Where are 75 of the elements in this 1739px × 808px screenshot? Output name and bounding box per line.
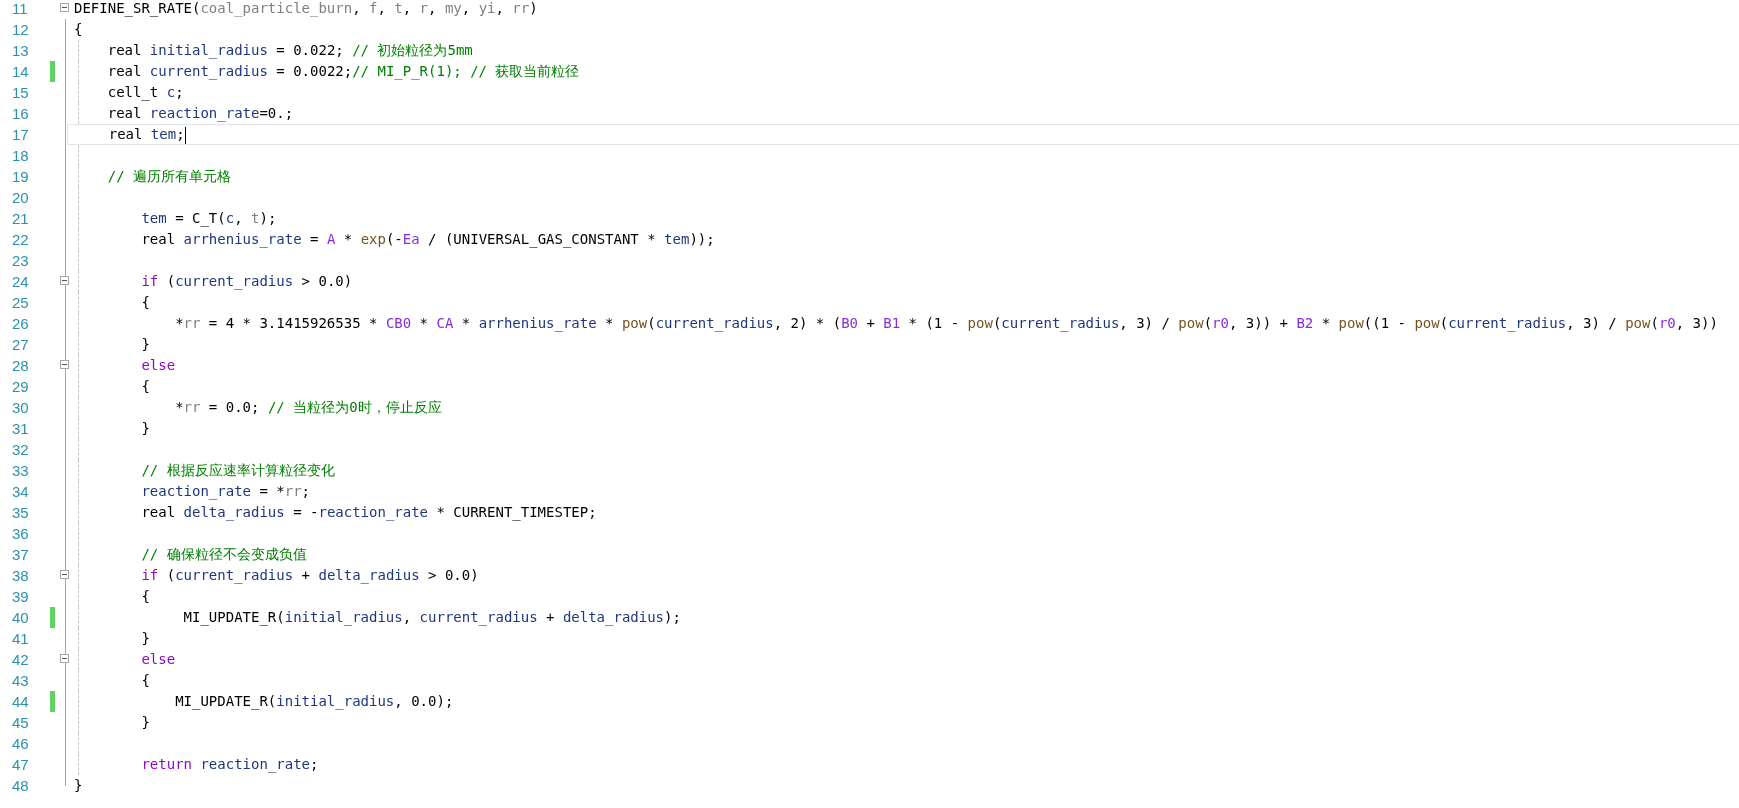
line-number: 17 [11, 125, 30, 145]
line-number: 43 [11, 671, 30, 691]
code-line: tem = C_T(c, t); [140, 209, 277, 229]
line-number: 48 [11, 776, 30, 796]
code-line: real reaction_rate=0.; [106, 104, 294, 124]
line-number: 14 [11, 62, 30, 82]
code-line: else [140, 650, 176, 669]
line-number: 46 [11, 734, 30, 754]
line-number: 25 [11, 293, 30, 313]
code-line: // 根据反应速率计算粒径变化 [140, 461, 335, 480]
line-number: 24 [11, 272, 30, 292]
line-number: 23 [11, 251, 30, 271]
code-line: } [140, 629, 150, 648]
line-number: 16 [11, 104, 30, 124]
line-number: 44 [11, 692, 30, 712]
collapse-button[interactable] [60, 276, 69, 285]
line-number: 12 [11, 20, 30, 40]
code-line: *rr = 4 * 3.1415926535 * CB0 * CA * arrhenius_rate * pow(current_radius, 2) * (B0 + B1 * (1 - pow(current_radius, 3) / pow(r0, 3)) + B2 * pow((1 - pow(current_radius, 3) / pow(r0, 3)) [174, 314, 1718, 334]
code-line: MI_UPDATE_R(initial_radius, current_radius + delta_radius); [182, 608, 681, 628]
line-number: 30 [11, 398, 30, 418]
collapse-button[interactable] [60, 654, 69, 663]
code-line: real current_radius = 0.0022;// MI_P_R(1); // 获取当前粒径 [106, 62, 580, 82]
line-number: 22 [11, 230, 30, 250]
code-line: { [74, 20, 83, 39]
code-line: real arrhenius_rate = A * exp(-Ea / (UNIVERSAL_GAS_CONSTANT * tem)); [140, 230, 715, 250]
line-number: 19 [11, 167, 30, 187]
code-line: if (current_radius > 0.0) [140, 272, 353, 292]
code-line: DEFINE_SR_RATE(coal_particle_burn, f, t, r, my, yi, rr) [74, 0, 538, 19]
collapse-button[interactable] [60, 570, 69, 579]
code-line: } [74, 776, 83, 795]
line-number: 33 [11, 461, 30, 481]
code-line: { [140, 377, 150, 396]
code-line: if (current_radius + delta_radius > 0.0) [140, 566, 479, 586]
code-line: { [140, 587, 150, 606]
line-number: 29 [11, 377, 30, 397]
code-line: } [140, 713, 150, 732]
line-number: 21 [11, 209, 30, 229]
line-number: 37 [11, 545, 30, 565]
code-line: real delta_radius = -reaction_rate * CURRENT_TIMESTEP; [140, 503, 597, 523]
line-number: 41 [11, 629, 30, 649]
line-number: 34 [11, 482, 30, 502]
line-number: 15 [11, 83, 30, 103]
collapse-button[interactable] [60, 3, 69, 12]
line-number: 27 [11, 335, 30, 355]
code-line: return reaction_rate; [140, 755, 319, 775]
code-line: } [140, 419, 150, 438]
line-number: 35 [11, 503, 30, 523]
code-line: MI_UPDATE_R(initial_radius, 0.0); [174, 692, 454, 712]
line-number: 32 [11, 440, 30, 460]
line-number: 11 [11, 0, 29, 19]
line-number: 40 [11, 608, 30, 628]
line-number: 28 [11, 356, 30, 376]
code-line: { [140, 671, 150, 690]
line-number: 26 [11, 314, 30, 334]
code-line: // 确保粒径不会变成负值 [140, 545, 307, 564]
line-number: 36 [11, 524, 30, 544]
line-number: 47 [11, 755, 30, 775]
line-number: 38 [11, 566, 30, 586]
line-number: 20 [11, 188, 30, 208]
line-number: 45 [11, 713, 30, 733]
code-line: real initial_radius = 0.022; // 初始粒径为5mm [106, 41, 473, 61]
line-number: 18 [11, 146, 30, 166]
code-line: cell_t c; [106, 83, 184, 103]
text-cursor [184, 126, 186, 144]
code-line: { [140, 293, 150, 312]
collapse-button[interactable] [60, 360, 69, 369]
line-number: 42 [11, 650, 30, 670]
line-number: 31 [11, 419, 30, 439]
code-line: // 遍历所有单元格 [106, 167, 231, 186]
code-line: *rr = 0.0; // 当粒径为0时，停止反应 [174, 398, 442, 417]
line-number: 39 [11, 587, 30, 607]
code-line: reaction_rate = *rr; [140, 482, 311, 502]
code-line: } [140, 335, 150, 354]
code-line: else [140, 356, 176, 375]
line-number: 13 [11, 41, 30, 61]
